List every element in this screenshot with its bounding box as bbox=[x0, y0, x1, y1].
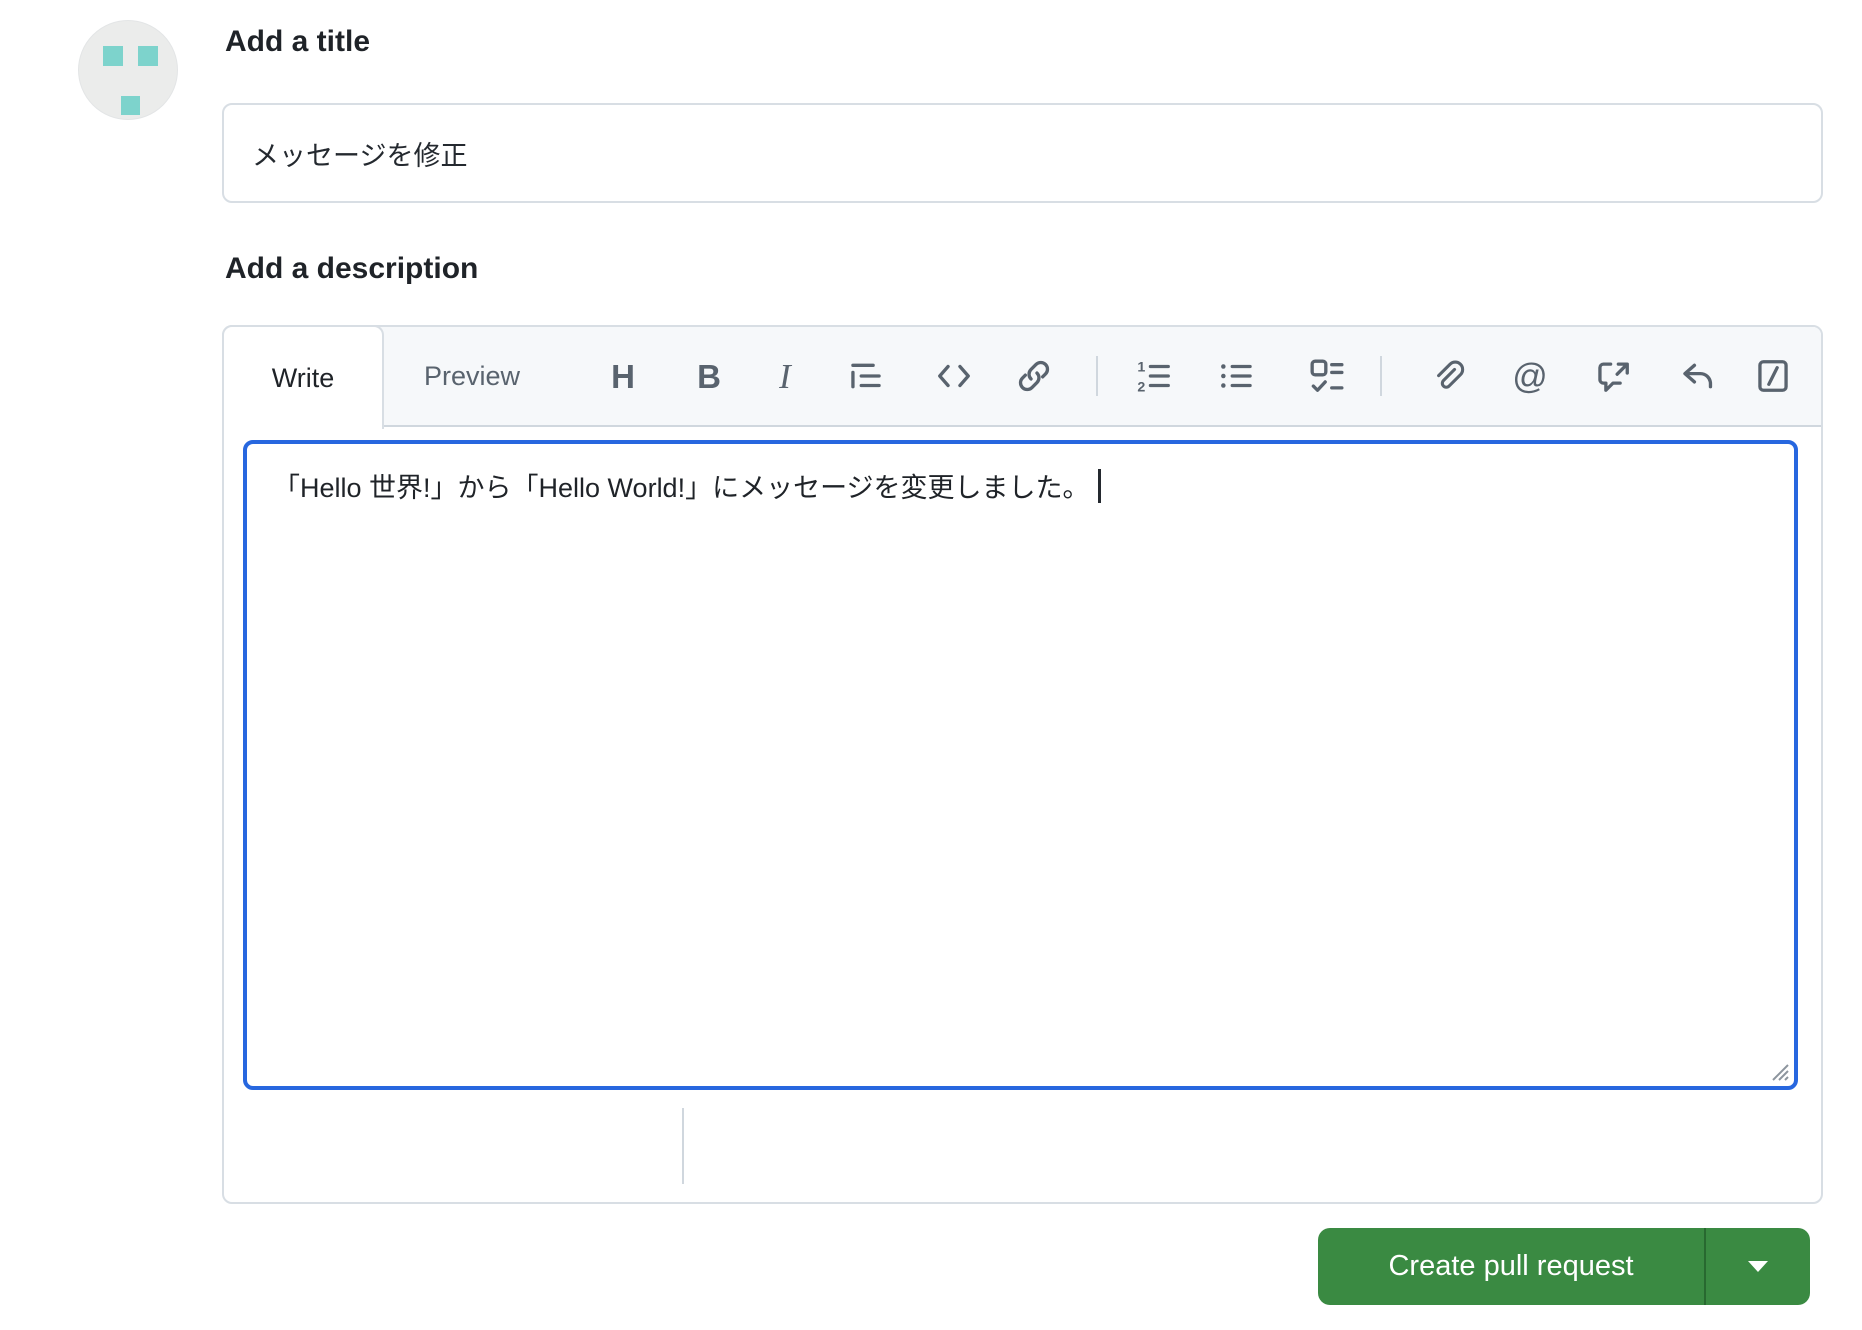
quote-icon bbox=[851, 363, 881, 389]
link-icon bbox=[1018, 360, 1050, 392]
bullet-list-icon bbox=[1221, 364, 1252, 388]
title-heading: Add a title bbox=[225, 25, 371, 58]
cross-reference-icon bbox=[1598, 362, 1629, 392]
attach-file-button[interactable] bbox=[1425, 353, 1471, 399]
bullet-list-button[interactable] bbox=[1214, 353, 1260, 399]
pull-request-form: Add a title Add a description Write Prev… bbox=[0, 0, 1862, 1330]
paperclip-icon bbox=[1437, 360, 1465, 389]
identicon-square bbox=[138, 46, 158, 66]
heading-button[interactable]: H bbox=[600, 353, 646, 399]
reply-icon bbox=[1683, 363, 1713, 389]
attach-files-button[interactable]: Paste, drop, or click to add files bbox=[714, 1108, 1414, 1184]
numbered-list-icon: 1 2 bbox=[1137, 359, 1170, 395]
markdown-help-link[interactable]: M↓ Markdown is supported bbox=[224, 1108, 674, 1184]
title-input[interactable] bbox=[222, 103, 1823, 203]
italic-icon: I bbox=[779, 356, 791, 396]
svg-text:2: 2 bbox=[1137, 379, 1145, 395]
quote-button[interactable] bbox=[843, 353, 889, 399]
toolbar-divider bbox=[1380, 356, 1382, 396]
resize-handle-icon[interactable] bbox=[1765, 1057, 1791, 1083]
create-pull-request-button[interactable]: Create pull request bbox=[1318, 1228, 1704, 1305]
mention-button[interactable]: @ bbox=[1507, 353, 1553, 399]
description-heading: Add a description bbox=[225, 252, 479, 285]
bold-button[interactable]: B bbox=[686, 353, 732, 399]
create-options-dropdown-button[interactable] bbox=[1706, 1228, 1810, 1305]
svg-text:1: 1 bbox=[1137, 359, 1145, 375]
tab-preview[interactable]: Preview bbox=[402, 327, 542, 425]
text-caret bbox=[1097, 469, 1101, 503]
description-textarea[interactable]: 「Hello 世界!」から「Hello World!」にメッセージを変更しました… bbox=[243, 440, 1798, 1090]
create-pull-request-split-button: Create pull request bbox=[1318, 1228, 1810, 1305]
toolbar-divider bbox=[1096, 356, 1098, 396]
identicon-square bbox=[103, 46, 123, 66]
reply-button[interactable] bbox=[1675, 353, 1721, 399]
chevron-down-icon bbox=[1748, 1261, 1768, 1272]
heading-icon: H bbox=[611, 357, 635, 395]
tab-preview-label: Preview bbox=[423, 360, 521, 391]
mention-icon: @ bbox=[1512, 356, 1548, 396]
task-list-button[interactable] bbox=[1304, 353, 1350, 399]
markdown-toolbar: Write Preview H B I 1 2 @ bbox=[222, 325, 1821, 429]
cross-reference-button[interactable] bbox=[1590, 353, 1636, 399]
task-list-icon bbox=[1310, 359, 1344, 392]
link-button[interactable] bbox=[1011, 353, 1057, 399]
slash-command-button[interactable] bbox=[1750, 353, 1796, 399]
create-pull-request-label: Create pull request bbox=[1388, 1250, 1634, 1282]
tab-write-label: Write bbox=[271, 362, 335, 393]
tab-write[interactable]: Write bbox=[222, 325, 384, 429]
avatar bbox=[78, 20, 178, 120]
code-button[interactable] bbox=[931, 353, 977, 399]
code-icon bbox=[938, 364, 970, 388]
slash-command-icon bbox=[1758, 360, 1788, 392]
italic-button[interactable]: I bbox=[762, 353, 808, 399]
identicon-square bbox=[121, 96, 140, 115]
bold-icon: B bbox=[697, 357, 721, 395]
footer-divider bbox=[682, 1108, 684, 1184]
description-text: 「Hello 世界!」から「Hello World!」にメッセージを変更しました… bbox=[273, 473, 1090, 503]
numbered-list-button[interactable]: 1 2 bbox=[1131, 353, 1177, 399]
description-editor: Write Preview H B I 1 2 @ 「Hello 世界!」から「… bbox=[222, 325, 1823, 1204]
